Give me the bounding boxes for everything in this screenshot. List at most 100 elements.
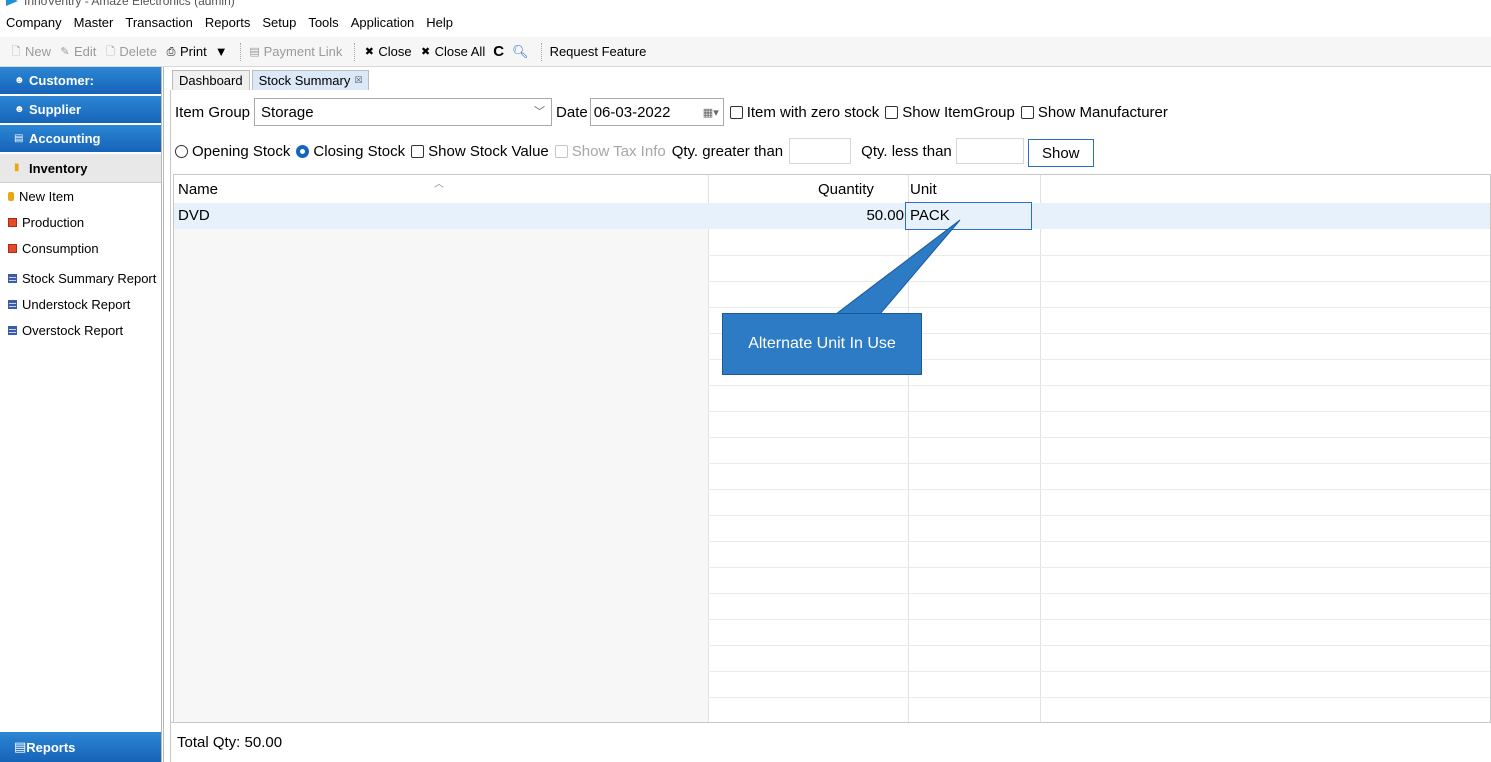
sidebar: ☻ Customer: ☻ Supplier ▤ Accounting ▮ Invent… xyxy=(0,67,164,762)
menu-master[interactable]: Master xyxy=(74,15,114,30)
item-icon xyxy=(8,191,14,201)
sidebar-item-overstock-report[interactable]: Overstock Report xyxy=(0,317,161,343)
qty-greater-input[interactable] xyxy=(789,138,852,164)
payment-link-button[interactable]: ▤ Payment Link xyxy=(249,44,342,59)
grid-line xyxy=(708,567,1490,568)
report-icon xyxy=(8,299,17,309)
app-icon xyxy=(6,0,18,6)
menu-setup[interactable]: Setup xyxy=(262,15,296,30)
grid-line xyxy=(708,307,1490,308)
show-itemgroup-label: Show ItemGroup xyxy=(902,103,1015,121)
close-all-button[interactable]: ✖ Close All xyxy=(420,44,485,59)
show-stock-value-label: Show Stock Value xyxy=(428,142,549,160)
toolbar-separator xyxy=(354,42,356,61)
inventory-icon: ▮ xyxy=(14,162,20,173)
sort-ascending-icon: ︿ xyxy=(434,179,444,190)
grid-line xyxy=(708,671,1490,672)
menu-transaction[interactable]: Transaction xyxy=(125,15,192,30)
close-button[interactable]: ✖ Close xyxy=(363,44,412,59)
delete-button[interactable]: 🗋 Delete xyxy=(104,44,157,59)
show-tax-info-checkbox[interactable] xyxy=(554,144,568,158)
menu-tools[interactable]: Tools xyxy=(308,15,338,30)
edit-icon: ✎ xyxy=(60,45,70,58)
sidebar-item-consumption[interactable]: Consumption xyxy=(0,235,161,261)
cell-name: DVD xyxy=(178,207,210,224)
new-button[interactable]: 🗋 New xyxy=(10,44,51,59)
menu-application[interactable]: Application xyxy=(351,15,415,30)
opening-stock-radio[interactable] xyxy=(175,144,188,158)
chevron-down-icon: ﹀ xyxy=(534,106,546,118)
payment-icon: ▤ xyxy=(249,45,260,58)
closing-stock-radio[interactable] xyxy=(296,144,310,158)
item-group-select[interactable]: Storage ﹀ xyxy=(254,98,553,126)
zero-stock-checkbox[interactable] xyxy=(729,105,743,119)
callout-text: Alternate Unit In Use xyxy=(748,335,896,352)
sidebar-item-new-item[interactable]: New Item xyxy=(0,183,161,209)
sidebar-section-inventory[interactable]: ▮ Inventory xyxy=(0,154,161,183)
calendar-icon[interactable]: ▦▾ xyxy=(703,106,719,119)
column-header-name[interactable]: Name xyxy=(178,181,218,198)
column-divider xyxy=(1040,175,1041,722)
show-itemgroup-checkbox[interactable] xyxy=(885,105,899,119)
tab-dashboard[interactable]: Dashboard xyxy=(172,70,250,90)
column-divider xyxy=(908,175,909,722)
menu-company[interactable]: Company xyxy=(6,15,62,30)
column-header-unit[interactable]: Unit xyxy=(910,181,937,198)
cell-unit[interactable]: PACK xyxy=(905,202,1032,230)
show-button[interactable]: Show xyxy=(1027,139,1094,167)
production-icon xyxy=(8,217,17,227)
caret-down-icon: ▼ xyxy=(214,44,228,59)
delete-icon: 🗋 xyxy=(105,45,115,58)
sidebar-section-supplier[interactable]: ☻ Supplier xyxy=(0,96,161,125)
date-label: Date xyxy=(556,103,588,121)
title-bar: InnoVentry - Amaze Electronics (admin) xyxy=(0,0,1491,10)
stock-grid: Name ︿ Quantity Unit DVD 50.00 PACK xyxy=(173,174,1491,722)
date-picker[interactable]: 06-03-2022 ▦▾ xyxy=(589,98,724,126)
close-all-icon: ✖ xyxy=(421,45,431,58)
name-column-background xyxy=(174,203,708,722)
cell-quantity: 50.00 xyxy=(866,207,904,224)
print-button[interactable]: ⎙ Print xyxy=(165,44,207,59)
callout-annotation: Alternate Unit In Use xyxy=(722,313,922,375)
sidebar-item-understock-report[interactable]: Understock Report xyxy=(0,291,161,317)
sidebar-item-production[interactable]: Production xyxy=(0,209,161,235)
item-group-label: Item Group xyxy=(175,103,251,121)
grid-line xyxy=(708,515,1490,516)
table-row[interactable]: DVD 50.00 PACK xyxy=(174,202,1490,230)
toolbar-separator xyxy=(239,42,241,61)
grid-line xyxy=(708,593,1490,594)
tab-stock-summary[interactable]: Stock Summary ☒ xyxy=(251,70,370,90)
grid-line xyxy=(708,489,1490,490)
grid-line xyxy=(708,645,1490,646)
menu-reports[interactable]: Reports xyxy=(205,15,251,30)
show-manufacturer-checkbox[interactable] xyxy=(1020,105,1034,119)
sidebar-section-accounting[interactable]: ▤ Accounting xyxy=(0,125,161,154)
print-dropdown[interactable]: ▼ xyxy=(215,44,228,59)
show-stock-value-checkbox[interactable] xyxy=(411,144,425,158)
total-qty: Total Qty: 50.00 xyxy=(177,734,283,751)
grid-header: Name ︿ Quantity Unit xyxy=(174,175,1490,203)
supplier-icon: ☻ xyxy=(14,103,25,115)
stock-summary-panel: Item Group Storage ﹀ Date 06-03-2022 ▦▾ … xyxy=(170,90,1491,762)
sidebar-item-stock-summary-report[interactable]: Stock Summary Report xyxy=(0,265,161,291)
filter-row-1: Item Group Storage ﹀ Date 06-03-2022 ▦▾ … xyxy=(175,98,1168,126)
refresh-icon[interactable]: C xyxy=(493,43,504,60)
sidebar-section-customer[interactable]: ☻ Customer: xyxy=(0,67,161,96)
request-feature-button[interactable]: Request Feature xyxy=(550,44,647,59)
column-header-quantity[interactable]: Quantity xyxy=(818,181,874,198)
edit-button[interactable]: ✎ Edit xyxy=(59,44,96,59)
menu-help[interactable]: Help xyxy=(426,15,453,30)
accounting-icon: ▤ xyxy=(14,132,24,144)
opening-stock-label: Opening Stock xyxy=(192,142,291,160)
grid-line xyxy=(708,437,1490,438)
show-tax-info-label: Show Tax Info xyxy=(571,142,666,160)
tab-close-icon[interactable]: ☒ xyxy=(354,75,362,86)
sidebar-section-reports[interactable]: ▤ Reports xyxy=(0,732,161,762)
search-icon[interactable]: 🔍︎ xyxy=(512,44,529,60)
report-icon xyxy=(8,273,17,283)
grid-line xyxy=(708,385,1490,386)
grid-line xyxy=(708,619,1490,620)
consumption-icon xyxy=(8,243,17,253)
grid-line xyxy=(708,411,1490,412)
qty-less-input[interactable] xyxy=(955,138,1024,164)
